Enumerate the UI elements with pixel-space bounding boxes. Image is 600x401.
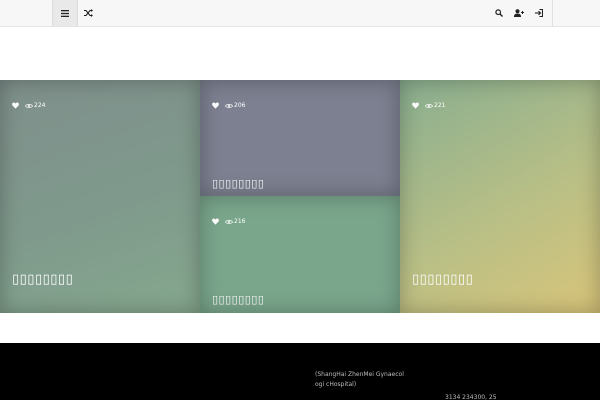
- menu-icon: [61, 9, 69, 17]
- login-button[interactable]: [530, 0, 548, 26]
- heart-icon[interactable]: [212, 102, 219, 109]
- view-count: 221: [434, 102, 446, 109]
- post-stats: 206: [212, 102, 245, 109]
- footer-hospital-name: (ShangHai ZhenMei Gynaecologi cHospital): [315, 371, 404, 388]
- top-bar: [0, 0, 600, 27]
- login-icon: [535, 9, 543, 17]
- post-tile[interactable]: 216 ▯▯▯▯▯▯▯▯: [200, 196, 400, 313]
- post-title[interactable]: ▯▯▯▯▯▯▯▯: [412, 272, 473, 287]
- topbar-divider: [552, 0, 553, 26]
- eye-icon: [225, 219, 233, 224]
- heart-icon[interactable]: [212, 218, 219, 225]
- post-title[interactable]: ▯▯▯▯▯▯▯▯: [212, 177, 264, 190]
- view-count: 206: [234, 102, 246, 109]
- heart-icon[interactable]: [12, 102, 19, 109]
- register-button[interactable]: [510, 0, 528, 26]
- eye-icon: [225, 103, 233, 108]
- post-stats: 221: [412, 102, 445, 109]
- post-tile[interactable]: 224 ▯▯▯▯▯▯▯▯: [0, 80, 200, 313]
- footer: (ShangHai ZhenMei Gynaecologi cHospital)…: [0, 343, 600, 401]
- search-button[interactable]: [490, 0, 508, 26]
- heart-icon[interactable]: [412, 102, 419, 109]
- post-grid: 224 ▯▯▯▯▯▯▯▯ 206 ▯▯▯▯▯▯▯▯ 216 ▯▯▯▯▯▯▯▯ 2…: [0, 80, 600, 313]
- menu-button[interactable]: [52, 0, 78, 26]
- user-add-icon: [514, 9, 524, 17]
- eye-icon: [25, 103, 33, 108]
- post-stats: 224: [12, 102, 45, 109]
- post-tile[interactable]: 206 ▯▯▯▯▯▯▯▯: [200, 80, 400, 196]
- search-icon: [495, 9, 503, 17]
- post-tile[interactable]: 221 ▯▯▯▯▯▯▯▯: [400, 80, 600, 313]
- view-count: 224: [34, 102, 46, 109]
- shuffle-button[interactable]: [78, 0, 98, 26]
- shuffle-icon: [83, 9, 93, 17]
- post-stats: 216: [212, 218, 245, 225]
- post-title[interactable]: ▯▯▯▯▯▯▯▯: [212, 293, 264, 306]
- eye-icon: [425, 103, 433, 108]
- view-count: 216: [234, 218, 246, 225]
- post-title[interactable]: ▯▯▯▯▯▯▯▯: [12, 272, 73, 287]
